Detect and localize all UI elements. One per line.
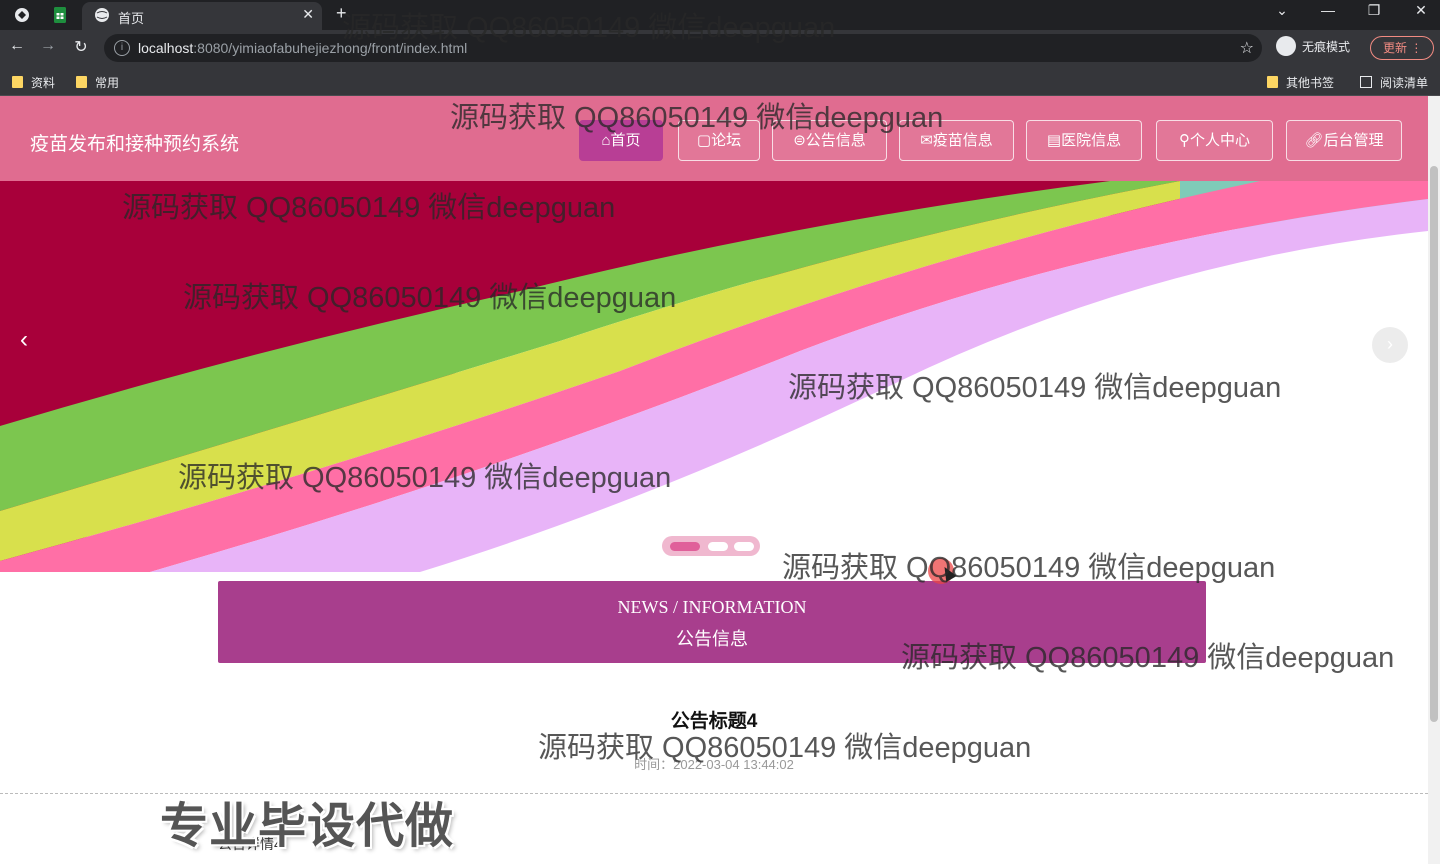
browser-tab-bar: 首页 ✕ + ⌄ — ❐ ✕: [0, 0, 1440, 30]
nav-personal-center[interactable]: ⚲个人中心: [1156, 120, 1273, 161]
reading-list-icon: [1360, 76, 1372, 88]
tab-search-icon[interactable]: ⌄: [1272, 2, 1292, 19]
sheets-tab-icon[interactable]: [50, 5, 70, 25]
tab-title: 首页: [118, 11, 145, 26]
notice-title[interactable]: 公告标题4: [0, 706, 1428, 733]
bookmark-folder-changyong[interactable]: 常用: [76, 74, 119, 91]
news-title-zh: 公告信息: [676, 629, 748, 649]
nav-forum[interactable]: ▢论坛: [678, 120, 760, 161]
carousel-dot-2[interactable]: [708, 542, 728, 551]
news-title-en: NEWS / INFORMATION: [617, 597, 807, 617]
reading-list[interactable]: 阅读清单: [1360, 74, 1428, 91]
folder-icon: [76, 76, 87, 88]
page-scrollbar[interactable]: [1428, 96, 1440, 864]
carousel-next-button[interactable]: ›: [1372, 327, 1408, 363]
carousel-dot-3[interactable]: [734, 542, 754, 551]
url-text: localhost:8080/yimiaofabuhejiezhong/fron…: [138, 40, 468, 56]
carousel-dot-1[interactable]: [670, 542, 700, 551]
folder-icon: [1267, 76, 1278, 88]
user-icon: ⚲: [1178, 132, 1190, 149]
forum-icon: ▢: [696, 132, 712, 149]
scrollbar-thumb[interactable]: [1430, 166, 1438, 722]
browser-toolbar: ← → ↻ i localhost:8080/yimiaofabuhejiezh…: [0, 30, 1440, 66]
update-button[interactable]: 更新 ⋮: [1370, 36, 1434, 60]
web-page: 疫苗发布和接种预约系统 ⌂首页 ▢论坛 ⊜公告信息 ✉疫苗信息 ▤医院信息 ⚲个…: [0, 96, 1428, 864]
notice-time: 时间：2022-03-04 13:44:02: [634, 757, 794, 772]
other-bookmarks[interactable]: 其他书签: [1267, 74, 1334, 91]
notice-icon: ⊜: [793, 132, 806, 149]
mail-icon: ✉: [920, 132, 933, 149]
address-bar[interactable]: i localhost:8080/yimiaofabuhejiezhong/fr…: [104, 34, 1262, 62]
restore-button[interactable]: ❐: [1364, 2, 1384, 19]
nav-admin[interactable]: 🔗︎后台管理: [1286, 120, 1402, 161]
browser-menu-icon[interactable]: [12, 5, 32, 25]
tab-close-icon[interactable]: ✕: [302, 6, 314, 23]
incognito-indicator[interactable]: 无痕模式: [1276, 36, 1350, 58]
forward-button[interactable]: →: [37, 37, 59, 55]
bookmarks-bar: 资料 常用 其他书签 阅读清单: [0, 66, 1440, 96]
site-info-icon[interactable]: i: [114, 40, 130, 56]
minimize-button[interactable]: —: [1318, 2, 1338, 18]
news-section-header: NEWS / INFORMATION 公告信息: [218, 581, 1206, 663]
promo-stamp: 专业毕设代做: [160, 800, 455, 853]
link-icon: 🔗︎: [1304, 132, 1324, 149]
bookmark-star-icon[interactable]: ☆: [1240, 38, 1254, 58]
banner-image: [0, 181, 1428, 572]
carousel-indicators: [662, 536, 760, 556]
new-tab-button[interactable]: +: [336, 3, 347, 24]
globe-icon: [92, 5, 112, 25]
site-header: 疫苗发布和接种预约系统 ⌂首页 ▢论坛 ⊜公告信息 ✉疫苗信息 ▤医院信息 ⚲个…: [0, 96, 1428, 181]
folder-icon: [12, 76, 23, 88]
nav-hospitals[interactable]: ▤医院信息: [1026, 120, 1142, 161]
incognito-icon: [1276, 36, 1296, 56]
nav-notices[interactable]: ⊜公告信息: [772, 120, 887, 161]
back-button[interactable]: ←: [6, 37, 28, 55]
home-icon: ⌂: [601, 132, 611, 149]
bookmark-folder-ziliao[interactable]: 资料: [12, 74, 55, 91]
nav-home[interactable]: ⌂首页: [579, 120, 663, 161]
reload-button[interactable]: ↻: [70, 37, 92, 57]
active-tab[interactable]: 首页 ✕: [82, 2, 322, 30]
carousel-prev-button[interactable]: ‹: [20, 326, 28, 354]
close-window-button[interactable]: ✕: [1411, 2, 1431, 19]
hospital-icon: ▤: [1046, 132, 1062, 149]
banner-carousel[interactable]: ‹ ›: [0, 181, 1428, 572]
site-title: 疫苗发布和接种预约系统: [30, 134, 240, 155]
nav-vaccines[interactable]: ✉疫苗信息: [899, 120, 1014, 161]
